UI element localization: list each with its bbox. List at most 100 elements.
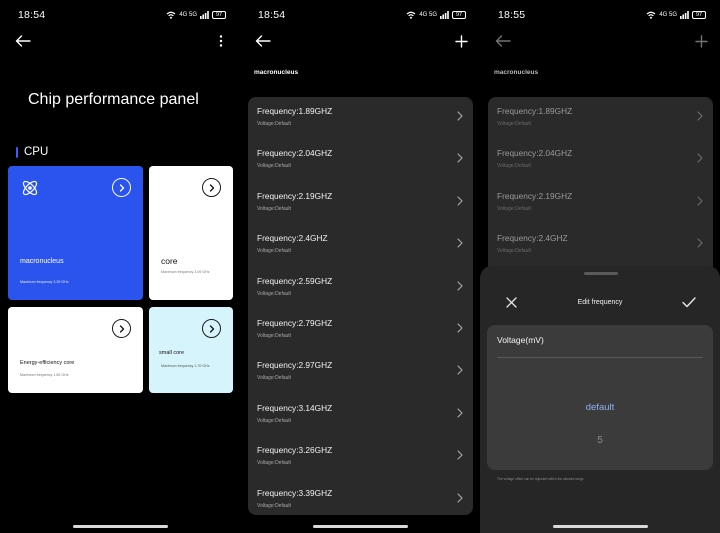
frequency-row[interactable]: Frequency:3.26GHZ Voltage:Default: [248, 436, 473, 478]
voltage-label: Voltage:Default: [257, 460, 291, 467]
back-button[interactable]: [12, 30, 34, 52]
frequency-row[interactable]: Frequency:2.97GHZ Voltage:Default: [248, 351, 473, 393]
signal-icon: [200, 11, 209, 19]
frequency-label: Frequency:2.19GHZ: [257, 190, 333, 201]
chevron-right-icon: [457, 196, 463, 206]
chevron-right-icon: [697, 238, 703, 248]
frequency-label: Frequency:2.59GHZ: [257, 275, 333, 286]
frequency-row[interactable]: Frequency:2.19GHZ Voltage:Default: [248, 182, 473, 224]
open-button[interactable]: [202, 319, 221, 338]
chevron-right-icon: [209, 183, 214, 192]
chevron-right-icon: [697, 111, 703, 121]
back-button[interactable]: [252, 30, 274, 52]
divider: [497, 357, 703, 358]
frequency-row[interactable]: Frequency:1.89GHZ Voltage:Default: [248, 97, 473, 139]
cluster-title: macronucleus: [254, 69, 299, 76]
chevron-right-icon: [457, 323, 463, 333]
frequency-label: Frequency:1.89GHZ: [257, 106, 333, 116]
voltage-label: Voltage:Default: [257, 248, 291, 255]
screen-frequency-list: 18:54 4G 5G 97 macronucleus Frequency:1.…: [240, 0, 480, 533]
voltage-label: Voltage:Default: [497, 121, 531, 127]
open-button[interactable]: [112, 178, 131, 197]
top-bar: [492, 30, 712, 52]
chevron-right-icon: [457, 111, 463, 121]
frequency-label: Frequency:2.4GHZ: [257, 233, 328, 244]
atom-icon: [22, 180, 38, 196]
card-title: macronucleus: [20, 258, 64, 265]
chevron-right-icon: [457, 238, 463, 248]
wifi-icon: [406, 11, 416, 19]
wifi-icon: [646, 11, 656, 19]
frequency-row[interactable]: Frequency:2.4GHZ Voltage:Default: [248, 224, 473, 266]
back-button[interactable]: [492, 30, 514, 52]
frequency-label: Frequency:3.14GHZ: [257, 402, 333, 413]
frequency-row[interactable]: Frequency:2.4GHZ Voltage:Default: [488, 224, 713, 266]
add-button[interactable]: [450, 30, 472, 52]
frequency-row[interactable]: Frequency:2.19GHZ Voltage:Default: [488, 182, 713, 224]
chevron-right-icon: [119, 324, 124, 333]
plus-icon: [694, 34, 708, 48]
status-bar: 18:55 4G 5G 97: [498, 8, 706, 22]
sheet-handle[interactable]: [584, 272, 618, 275]
frequency-label: Frequency:2.4GHZ: [497, 233, 568, 244]
voltage-picker-panel: Voltage(mV) default 5: [487, 325, 713, 470]
frequency-row[interactable]: Frequency:2.59GHZ Voltage:Default: [248, 267, 473, 309]
more-button[interactable]: [210, 30, 232, 52]
battery-icon: 97: [692, 11, 706, 19]
card-core[interactable]: core Maximum frequency 3.09 GHz: [149, 166, 233, 300]
network-label: 4G 5G: [659, 12, 677, 18]
frequency-label: Frequency:3.26GHZ: [257, 445, 333, 456]
chevron-right-icon: [457, 280, 463, 291]
chevron-right-icon: [457, 450, 463, 460]
section-header-cpu: CPU: [16, 146, 48, 158]
more-vertical-icon: [219, 35, 223, 47]
frequency-row[interactable]: Frequency:2.04GHZ Voltage:Default: [248, 139, 473, 181]
plus-icon: [454, 34, 468, 48]
card-title: core: [161, 256, 178, 266]
card-macronucleus[interactable]: macronucleus Maximum frequency 3.39 GHz: [8, 166, 143, 300]
cluster-title: macronucleus: [494, 69, 539, 76]
card-title: Energy-efficiency core: [20, 360, 75, 366]
picker-option[interactable]: 5: [487, 435, 713, 446]
chevron-right-icon: [457, 492, 463, 503]
frequency-row[interactable]: Frequency:2.04GHZ Voltage:Default: [488, 139, 713, 181]
wifi-icon: [166, 11, 176, 19]
status-time: 18:54: [258, 9, 286, 21]
open-button[interactable]: [112, 319, 131, 338]
voltage-label: Voltage:Default: [497, 163, 531, 170]
section-marker: [16, 146, 18, 158]
battery-icon: 97: [212, 11, 226, 19]
frequency-label: Frequency:2.19GHZ: [497, 190, 573, 201]
card-subtitle: Maximum frequency 1.89 GHz: [20, 373, 69, 377]
voltage-label: Voltage:Default: [257, 332, 291, 339]
open-button[interactable]: [202, 178, 221, 197]
status-time: 18:55: [498, 9, 526, 21]
frequency-row[interactable]: Frequency:1.89GHZ Voltage:Default: [488, 97, 713, 139]
card-energy-efficiency-core[interactable]: Energy-efficiency core Maximum frequency…: [8, 307, 143, 393]
card-small-core[interactable]: small core Maximum frequency 1.70 GHz: [149, 307, 233, 393]
frequency-row[interactable]: Frequency:3.14GHZ Voltage:Default: [248, 394, 473, 436]
frequency-row[interactable]: Frequency:3.39GHZ Voltage:Default: [248, 479, 473, 515]
chevron-right-icon: [457, 408, 463, 418]
voltage-label: Voltage(mV): [497, 335, 544, 345]
home-indicator[interactable]: [73, 525, 168, 528]
home-indicator[interactable]: [313, 525, 408, 528]
frequency-list: Frequency:1.89GHZ Voltage:Default Frequenc…: [488, 97, 713, 287]
close-button[interactable]: [500, 291, 522, 313]
card-subtitle: Maximum frequency 3.39 GHz: [20, 280, 69, 284]
chevron-right-icon: [457, 153, 463, 163]
home-indicator[interactable]: [553, 525, 648, 528]
frequency-row[interactable]: Frequency:2.79GHZ Voltage:Default: [248, 309, 473, 351]
confirm-button[interactable]: [678, 291, 700, 313]
frequency-label: Frequency:2.97GHZ: [257, 360, 333, 371]
status-bar: 18:54 4G 5G 97: [258, 8, 466, 22]
battery-icon: 97: [452, 11, 466, 19]
card-title: small core: [159, 350, 185, 356]
picker-option-selected[interactable]: default: [487, 402, 713, 413]
frequency-label: Frequency:2.79GHZ: [257, 317, 333, 328]
voltage-label: Voltage:Default: [257, 205, 291, 212]
top-bar: [12, 30, 232, 52]
add-button[interactable]: [690, 30, 712, 52]
frequency-label: Frequency:2.04GHZ: [497, 148, 573, 159]
hint-text: The voltage offset can be adjusted withi…: [497, 477, 584, 481]
